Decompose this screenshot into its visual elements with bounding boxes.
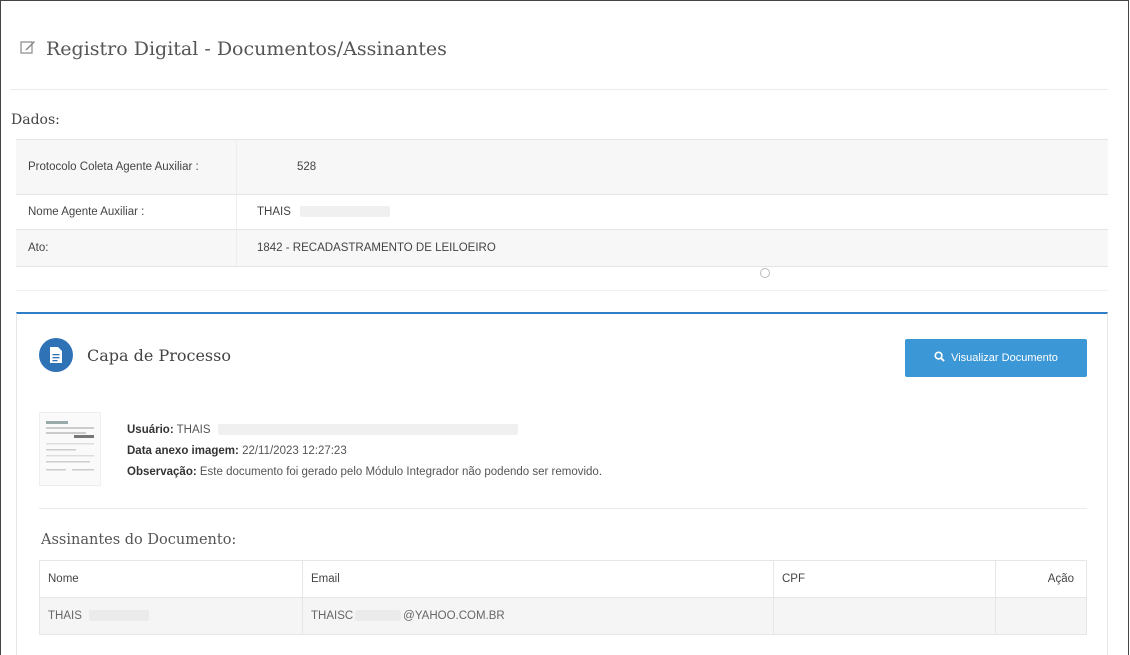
dados-table: Protocolo Coleta Agente Auxiliar : 528 N… — [16, 139, 1108, 267]
search-icon — [934, 351, 945, 365]
divider — [16, 290, 1108, 291]
page-title: Registro Digital - Documentos/Assinantes — [46, 38, 447, 60]
divider — [39, 508, 1087, 509]
table-row: Ato: 1842 - RECADASTRAMENTO DE LEILOEIRO — [16, 229, 1108, 267]
button-label: Visualizar Documento — [951, 352, 1058, 364]
redacted-text — [300, 206, 391, 218]
table-header-row: Nome Email CPF Ação — [39, 560, 1087, 598]
page-header: Registro Digital - Documentos/Assinantes — [20, 34, 447, 64]
table-row: Nome Agente Auxiliar : THAIS — [16, 194, 1108, 230]
visualizar-documento-button[interactable]: Visualizar Documento — [905, 339, 1087, 377]
observacao-line: Observação: Este documento foi gerado pe… — [127, 466, 603, 478]
dados-label: Dados: — [11, 112, 60, 128]
signer-email-cell: THAISC @YAHOO.COM.BR — [302, 597, 774, 635]
divider — [10, 89, 1108, 90]
row-key: Ato: — [16, 229, 237, 267]
document-icon — [39, 338, 73, 372]
document-meta: Usuário: THAIS Data anexo imagem: 22/11/… — [127, 420, 602, 483]
capa-processo-panel: Capa de Processo Visualizar Documento Us… — [16, 312, 1108, 655]
column-header-acao: Ação — [995, 560, 1087, 598]
agente-name-value: THAIS — [257, 206, 291, 218]
redacted-text — [355, 610, 402, 622]
row-key: Protocolo Coleta Agente Auxiliar : — [16, 139, 237, 195]
column-header-email: Email — [302, 560, 774, 598]
assinantes-table: Nome Email CPF Ação THAIS THAISC @YAHOO.C… — [39, 560, 1087, 635]
panel-title: Capa de Processo — [87, 345, 231, 365]
ato-value: 1842 - RECADASTRAMENTO DE LEILOEIRO — [236, 229, 1108, 267]
loading-ring-icon — [760, 268, 770, 278]
column-header-cpf: CPF — [773, 560, 996, 598]
row-key: Nome Agente Auxiliar : — [16, 194, 237, 230]
redacted-text — [89, 610, 150, 622]
document-thumbnail[interactable] — [39, 412, 101, 486]
protocolo-value: 528 — [297, 161, 317, 173]
column-header-nome: Nome — [39, 560, 303, 598]
assinantes-title: Assinantes do Documento: — [41, 532, 237, 548]
edit-icon — [20, 39, 36, 60]
panel-header: Capa de Processo — [39, 338, 231, 372]
usuario-line: Usuário: THAIS — [127, 420, 602, 441]
redacted-text — [217, 424, 518, 436]
signer-name-cell: THAIS — [39, 597, 303, 635]
signer-acao-cell — [995, 597, 1087, 635]
table-row: Protocolo Coleta Agente Auxiliar : 528 — [16, 139, 1108, 195]
table-row: THAIS THAISC @YAHOO.COM.BR — [39, 597, 1087, 635]
signer-cpf-cell — [773, 597, 996, 635]
data-anexo-line: Data anexo imagem: 22/11/2023 12:27:23 — [127, 445, 347, 457]
